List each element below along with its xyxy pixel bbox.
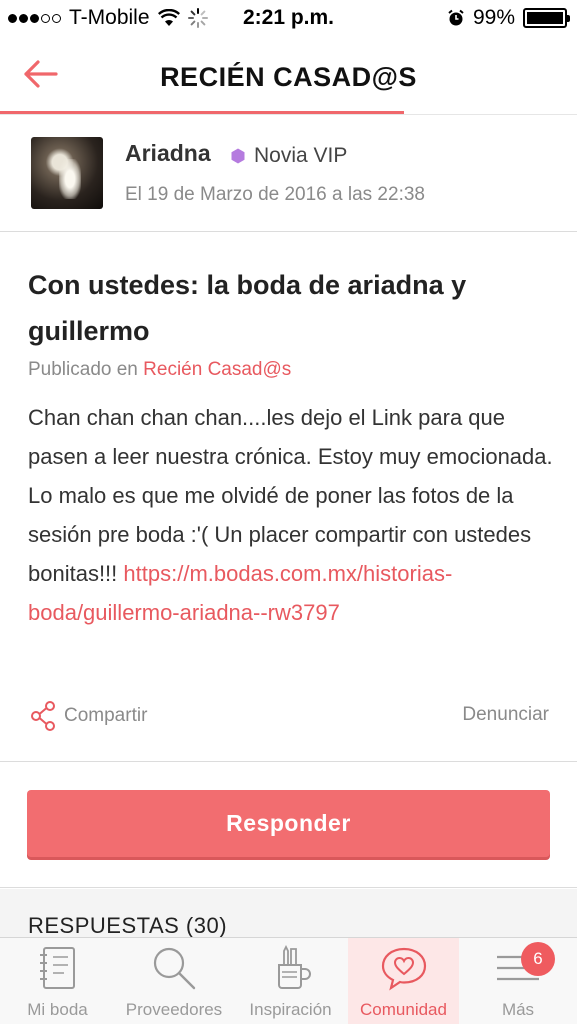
share-icon <box>31 701 55 731</box>
replies-section: RESPUESTAS (30) <box>0 889 577 939</box>
share-label: Compartir <box>64 705 148 726</box>
reply-area: Responder <box>0 763 577 888</box>
search-icon <box>153 947 196 990</box>
post-author: Ariadna Novia VIP El 19 de Marzo de 2016… <box>0 117 577 232</box>
tab-proveedores[interactable]: Proveedores <box>115 938 233 1024</box>
report-button[interactable]: Denunciar <box>462 704 549 726</box>
avatar[interactable] <box>31 137 103 209</box>
alarm-icon <box>448 9 464 26</box>
reply-button[interactable]: Responder <box>27 790 550 857</box>
post-body: Chan chan chan chan....les dejo el Link … <box>28 398 558 632</box>
author-name[interactable]: Ariadna <box>125 140 211 167</box>
post-date: El 19 de Marzo de 2016 a las 22:38 <box>125 184 425 205</box>
published-in: Publicado en Recién Casad@s <box>28 359 291 381</box>
tab-label: Proveedores <box>125 1000 223 1019</box>
share-button[interactable]: Compartir <box>30 701 147 731</box>
post-content: Con ustedes: la boda de ariadna y guille… <box>0 232 577 762</box>
notification-badge: 6 <box>521 942 555 976</box>
vip-badge: Novia VIP <box>230 144 347 168</box>
hexagon-badge-icon <box>231 148 245 164</box>
battery-icon <box>523 8 570 28</box>
status-bar: T-Mobile 2:21 p.m. 99% <box>0 0 577 38</box>
tab-label: Inspiración <box>249 1000 332 1019</box>
tab-mas[interactable]: 6 Más <box>459 938 577 1024</box>
tab-label: Comunidad <box>360 1000 447 1019</box>
app-header: RECIÉN CASAD@S <box>0 38 577 116</box>
tab-label: Más <box>501 1000 535 1019</box>
published-prefix: Publicado en <box>28 359 138 380</box>
tab-comunidad[interactable]: Comunidad <box>348 938 459 1024</box>
post-title: Con ustedes: la boda de ariadna y guille… <box>28 270 467 346</box>
tab-bar: Mi boda Proveedores Inspiración Comunida… <box>0 937 577 1024</box>
vip-badge-label: Novia VIP <box>254 144 348 167</box>
battery-fill <box>527 12 563 24</box>
replies-title: RESPUESTAS (30) <box>28 913 228 938</box>
status-right: 99% <box>447 6 570 30</box>
header-divider <box>0 114 577 115</box>
battery-percent: 99% <box>472 6 515 29</box>
category-link[interactable]: Recién Casad@s <box>143 359 291 380</box>
tab-label: Mi boda <box>27 1000 88 1019</box>
tab-inspiracion[interactable]: Inspiración <box>233 938 348 1024</box>
tab-mi-boda[interactable]: Mi boda <box>0 938 115 1024</box>
pencil-cup-icon <box>277 945 311 989</box>
notebook-icon <box>39 947 75 989</box>
chat-heart-icon <box>381 947 426 991</box>
post-body-text: Chan chan chan chan....les dejo el Link … <box>28 405 553 586</box>
page-title: RECIÉN CASAD@S <box>160 62 417 92</box>
